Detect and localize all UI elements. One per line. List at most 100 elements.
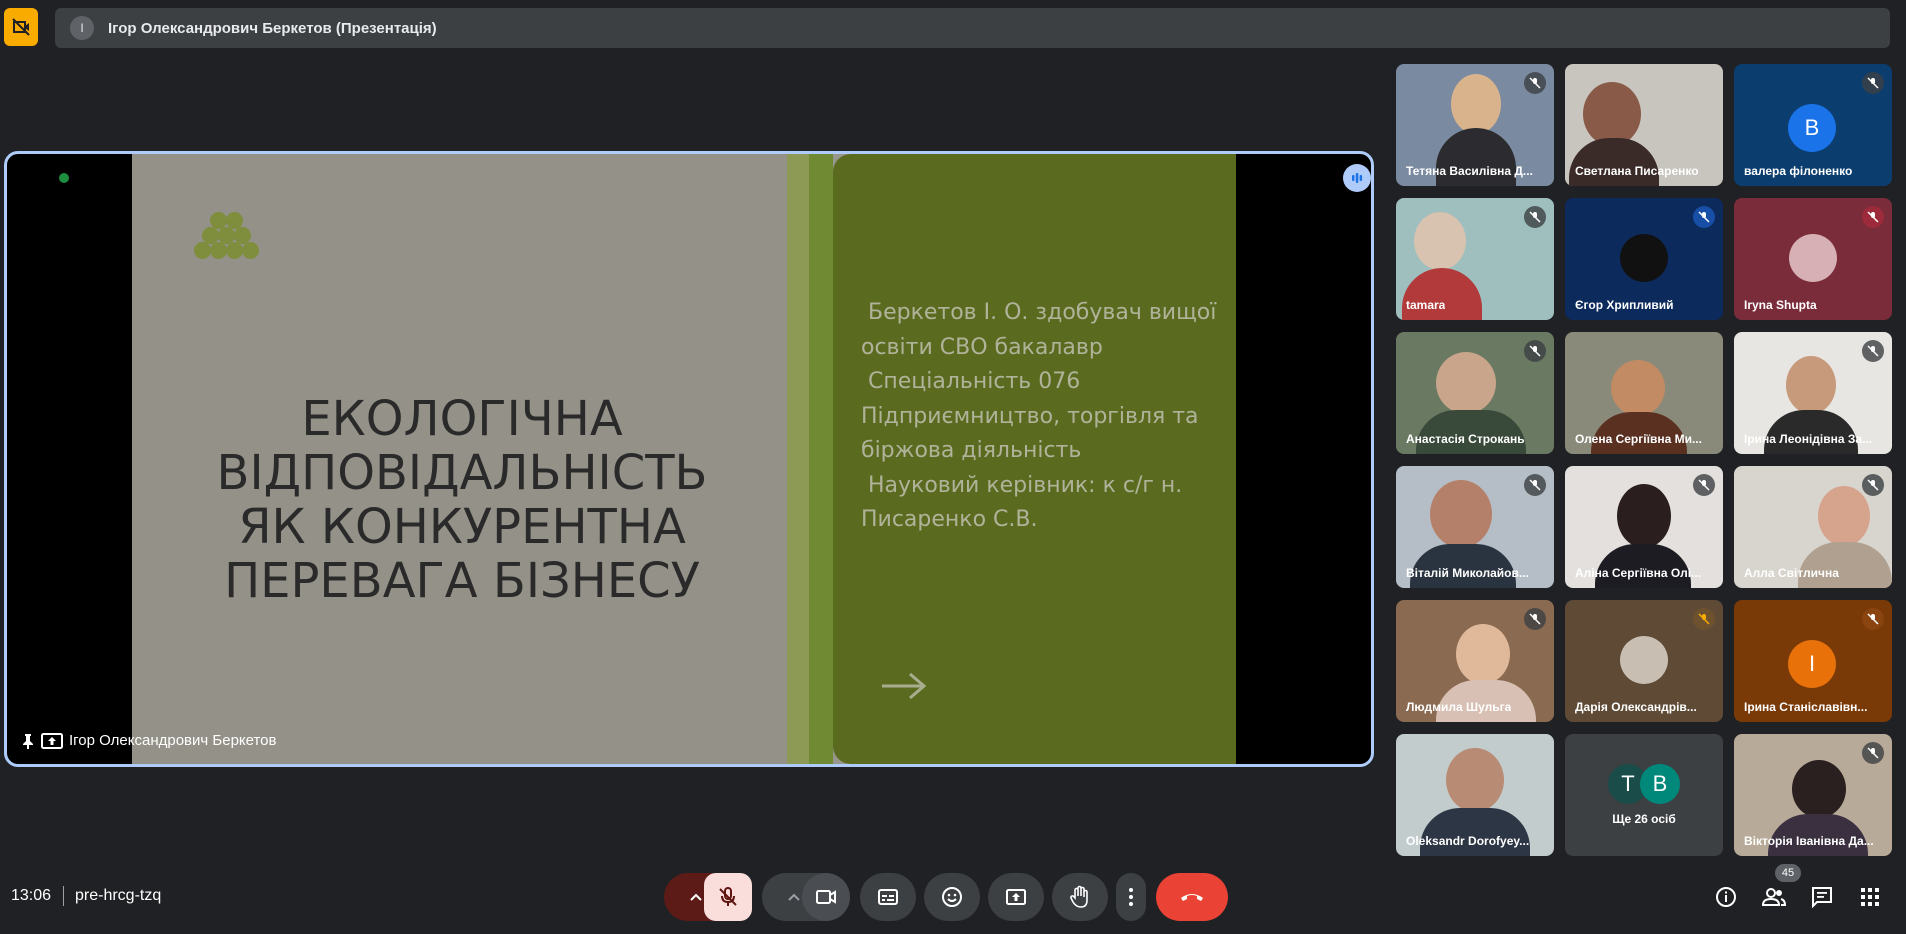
participant-tile[interactable]: Тетяна Василівна Д...: [1396, 64, 1554, 186]
participant-name: Iryna Shupta: [1744, 298, 1817, 312]
mic-off-icon: [1524, 72, 1546, 94]
recording-off-icon: [12, 18, 30, 36]
participant-name: Ірина Станіславівн...: [1744, 700, 1868, 714]
captions-icon: [878, 889, 898, 905]
people-icon: [1762, 888, 1786, 906]
raise-hand-icon: [1070, 885, 1088, 908]
participant-tile[interactable]: Дарія Олександрів...: [1565, 600, 1723, 722]
meeting-details-button[interactable]: [1710, 881, 1742, 913]
meeting-code: pre-hrcg-tzq: [75, 887, 162, 904]
participant-tile[interactable]: tamara: [1396, 198, 1554, 320]
participant-name: валера філоненко: [1744, 164, 1853, 178]
participant-tile[interactable]: Єгор Хрипливий: [1565, 198, 1723, 320]
participant-tile[interactable]: Віталій Миколайов...: [1396, 466, 1554, 588]
participant-name: Аліна Сергіївна Олі...: [1575, 566, 1702, 580]
participant-name: Тетяна Василівна Д...: [1406, 164, 1533, 178]
participant-avatar: [1620, 636, 1668, 684]
participant-tile[interactable]: Аліна Сергіївна Олі...: [1565, 466, 1723, 588]
slide-title: ЕКОЛОГІЧНА ВІДПОВІДАЛЬНІСТЬ ЯК КОНКУРЕНТ…: [216, 391, 708, 609]
end-call-button[interactable]: [1156, 873, 1228, 921]
presentation-stage[interactable]: ЕКОЛОГІЧНА ВІДПОВІДАЛЬНІСТЬ ЯК КОНКУРЕНТ…: [4, 151, 1374, 767]
participants-count-badge: 45: [1775, 864, 1801, 882]
mic-off-icon: [1862, 742, 1884, 764]
meeting-time: 13:06: [11, 887, 52, 904]
participant-name: Ще 26 осіб: [1612, 812, 1676, 826]
participant-name: Ірина Леонідівна За...: [1744, 432, 1873, 446]
activities-icon: [1861, 888, 1879, 906]
slide-author-info: Беркетов І. О. здобувач вищої освіти СВО…: [861, 300, 1217, 532]
emoji-icon: [942, 887, 962, 907]
activities-button[interactable]: [1854, 881, 1886, 913]
participant-tile[interactable]: В валера філоненко: [1734, 64, 1892, 186]
participant-name: Алла Світлична: [1744, 566, 1839, 580]
info-icon: [1716, 887, 1736, 907]
camera-toggle-button[interactable]: [802, 873, 850, 921]
presentation-title: Ігор Олександрович Беркетов (Презентація…: [108, 19, 437, 37]
participant-name: Єгор Хрипливий: [1575, 298, 1674, 312]
raise-hand-button[interactable]: [1052, 873, 1108, 921]
camera-icon: [816, 890, 836, 904]
participant-name: Светлана Писаренко: [1575, 164, 1699, 178]
mic-off-icon: [1862, 340, 1884, 362]
participant-tile[interactable]: Светлана Писаренко: [1565, 64, 1723, 186]
captions-button[interactable]: [860, 873, 916, 921]
pin-icon[interactable]: [21, 733, 35, 749]
presenter-avatar: І: [70, 16, 94, 40]
participant-name: Віталій Миколайов...: [1406, 566, 1529, 580]
participant-name: Людмила Шульга: [1406, 700, 1512, 714]
people-button[interactable]: [1758, 881, 1790, 913]
mic-off-icon: [1524, 608, 1546, 630]
participant-avatar: В: [1640, 764, 1680, 804]
participant-name: Дарія Олександрів...: [1575, 700, 1697, 714]
mic-off-icon: [1862, 608, 1884, 630]
participant-avatar: [1789, 234, 1837, 282]
presenter-label: Ігор Олександрович Беркетов: [21, 732, 277, 749]
recording-button[interactable]: [4, 8, 38, 46]
mic-off-icon: [1862, 72, 1884, 94]
audio-level-icon: [1343, 164, 1371, 192]
participant-name: Анастасія Строкань: [1406, 432, 1525, 446]
mic-off-icon: [1862, 206, 1884, 228]
mic-off-icon: [719, 887, 737, 906]
chat-icon: [1812, 887, 1832, 908]
present-button[interactable]: [988, 873, 1044, 921]
chat-button[interactable]: [1806, 881, 1838, 913]
reactions-button[interactable]: [924, 873, 980, 921]
more-options-button[interactable]: [1116, 873, 1146, 921]
present-icon: [1006, 889, 1026, 905]
participant-tile[interactable]: Олена Сергіївна Ми...: [1565, 332, 1723, 454]
participant-name: tamara: [1406, 298, 1446, 312]
participant-tile[interactable]: Т В Ще 26 осіб: [1565, 734, 1723, 856]
participant-avatar: [1620, 234, 1668, 282]
participant-name: Вікторія Іванівна Да...: [1744, 834, 1874, 848]
mic-off-icon: [1524, 474, 1546, 496]
participant-avatar: І: [1788, 640, 1836, 688]
arrow-right-icon: [882, 672, 927, 700]
participant-name: Олена Сергіївна Ми...: [1575, 432, 1702, 446]
slide: ЕКОЛОГІЧНА ВІДПОВІДАЛЬНІСТЬ ЯК КОНКУРЕНТ…: [132, 154, 1236, 764]
mic-off-icon: [1862, 474, 1884, 496]
active-indicator: [59, 173, 69, 183]
participant-avatar: В: [1788, 104, 1836, 152]
logo-dots-icon: [192, 212, 272, 272]
participant-tile[interactable]: І Ірина Станіславівн...: [1734, 600, 1892, 722]
more-icon: [1129, 888, 1133, 906]
mic-off-icon: [1693, 206, 1715, 228]
participant-tile[interactable]: Iryna Shupta: [1734, 198, 1892, 320]
presentation-bar: І Ігор Олександрович Беркетов (Презентац…: [55, 8, 1890, 48]
chevron-up-icon: [788, 893, 800, 901]
participant-tile[interactable]: Oleksandr Dorofyey...: [1396, 734, 1554, 856]
mic-off-icon: [1693, 474, 1715, 496]
present-icon: [41, 732, 63, 749]
participant-tile[interactable]: Людмила Шульга: [1396, 600, 1554, 722]
mic-off-icon: [1524, 206, 1546, 228]
participant-tile[interactable]: Анастасія Строкань: [1396, 332, 1554, 454]
participant-name: Oleksandr Dorofyey...: [1406, 834, 1530, 848]
chevron-up-icon: [690, 893, 702, 901]
participant-tile[interactable]: Вікторія Іванівна Да...: [1734, 734, 1892, 856]
participant-tile[interactable]: Ірина Леонідівна За...: [1734, 332, 1892, 454]
mic-off-icon: [1693, 608, 1715, 630]
end-call-icon: [1181, 894, 1203, 901]
mic-toggle-button[interactable]: [704, 873, 752, 921]
participant-tile[interactable]: Алла Світлична: [1734, 466, 1892, 588]
